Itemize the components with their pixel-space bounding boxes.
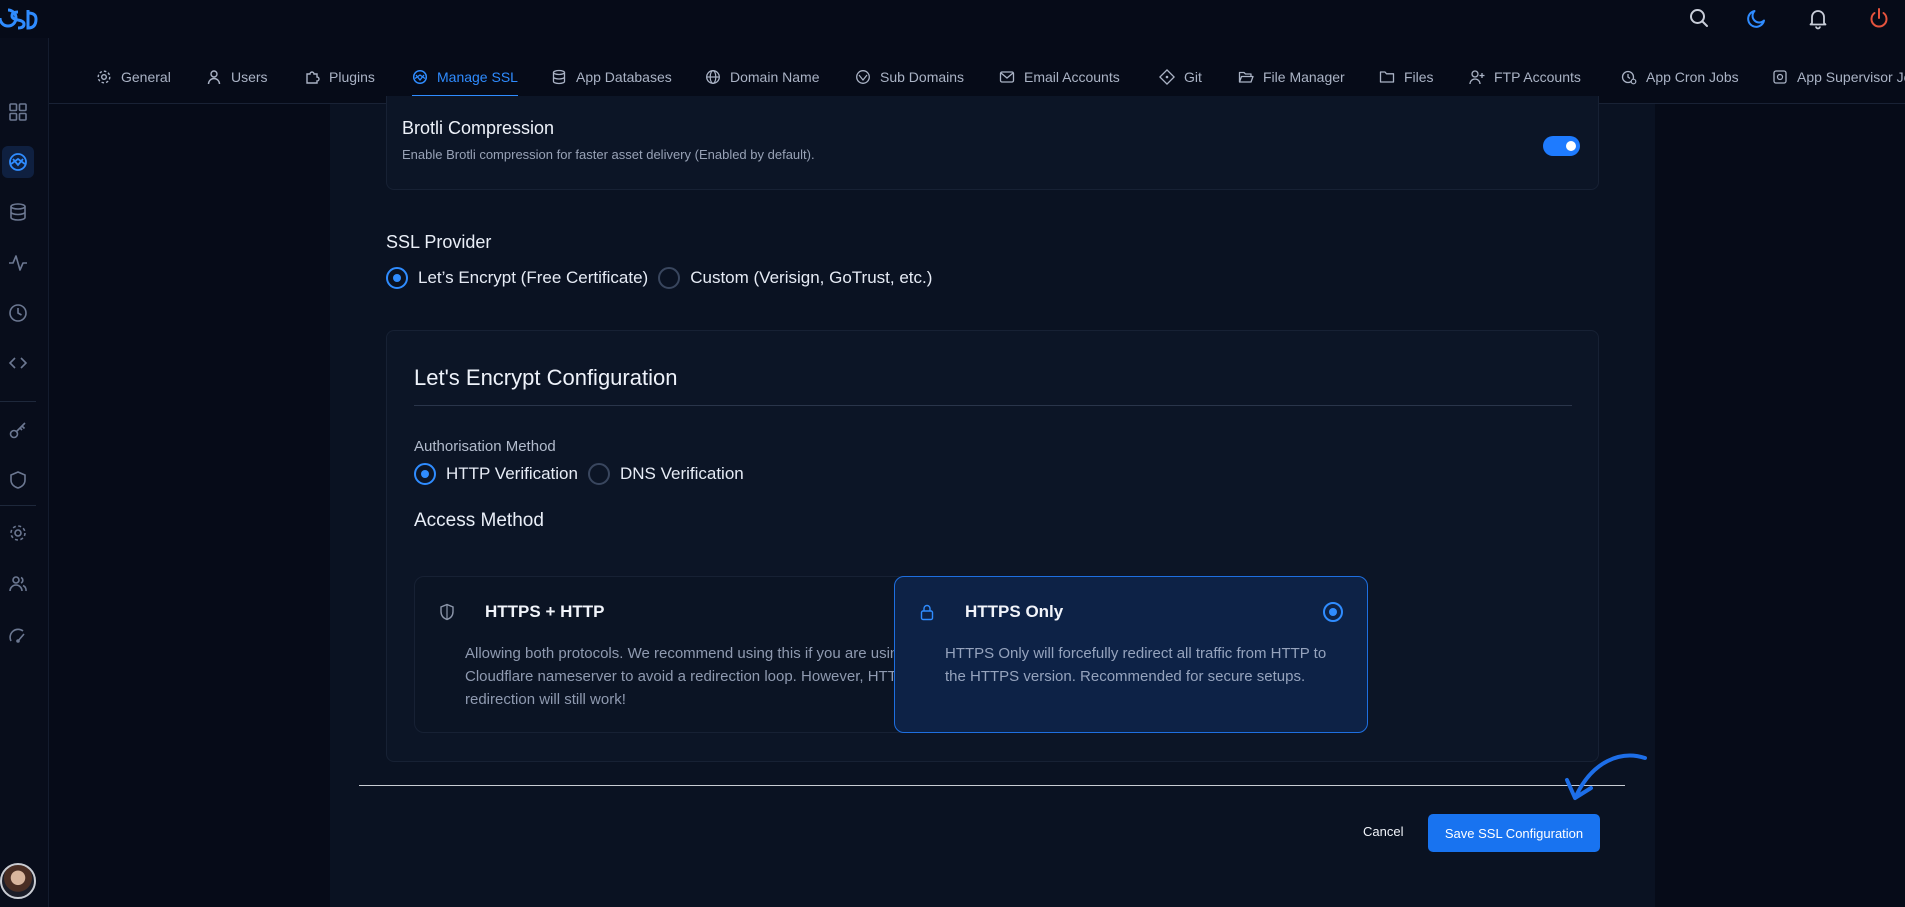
radio-label-dns[interactable]: DNS Verification	[620, 464, 744, 484]
sidebar-divider	[0, 505, 36, 506]
auth-method-label: Authorisation Method	[414, 438, 556, 455]
tab-email-accounts[interactable]: Email Accounts	[999, 64, 1120, 90]
logo-icon	[0, 8, 38, 30]
ssl-icon	[412, 69, 428, 85]
tab-label: File Manager	[1263, 69, 1345, 85]
radio-letsencrypt[interactable]	[386, 267, 408, 289]
tab-git[interactable]: Git	[1159, 64, 1202, 90]
tab-label: Email Accounts	[1024, 69, 1120, 85]
tab-manage-ssl[interactable]: Manage SSL	[412, 64, 518, 97]
radio-label-letsencrypt[interactable]: Let’s Encrypt (Free Certificate)	[418, 268, 648, 288]
pointer-arrow-icon	[1565, 753, 1647, 800]
letsencrypt-config-card: Let's Encrypt Configuration Authorisatio…	[386, 330, 1599, 762]
team-icon[interactable]	[2, 568, 34, 600]
tab-label: Files	[1404, 69, 1434, 85]
tab-label: App Databases	[576, 69, 672, 85]
access-option-title: HTTPS Only	[965, 602, 1064, 621]
clock-icon[interactable]	[2, 297, 34, 329]
folder-icon	[1379, 71, 1395, 83]
access-option-radio[interactable]	[1323, 602, 1343, 622]
divider	[414, 405, 1572, 406]
subdomain-icon	[856, 70, 870, 84]
supervisor-icon	[1773, 70, 1787, 84]
moon-icon[interactable]	[1745, 6, 1769, 30]
access-option-description: Allowing both protocols. We recommend us…	[465, 645, 920, 708]
radio-label-custom[interactable]: Custom (Verisign, GoTrust, etc.)	[690, 268, 932, 288]
access-option-https-only[interactable]: HTTPS Only HTTPS Only will forcefully re…	[894, 576, 1368, 733]
tab-label: Plugins	[329, 69, 375, 85]
tab-file-manager[interactable]: File Manager	[1238, 64, 1345, 90]
tab-app-supervisor-jobs[interactable]: App Supervisor Jo	[1772, 64, 1905, 90]
tab-ftp-accounts[interactable]: FTP Accounts	[1469, 64, 1581, 90]
shield-nav-icon[interactable]	[2, 464, 34, 496]
tab-files[interactable]: Files	[1379, 64, 1434, 90]
key-icon[interactable]	[2, 414, 34, 446]
puzzle-icon	[306, 71, 320, 84]
letsencrypt-config-title: Let's Encrypt Configuration	[414, 365, 678, 390]
speed-icon[interactable]	[2, 620, 34, 652]
radio-label-http[interactable]: HTTP Verification	[446, 464, 578, 484]
radio-http-verification[interactable]	[414, 463, 436, 485]
radio-custom[interactable]	[658, 267, 681, 289]
mail-icon	[999, 71, 1015, 83]
tab-label: App Supervisor Jo	[1797, 69, 1905, 85]
brotli-card: Brotli Compression Enable Brotli compres…	[386, 96, 1599, 190]
tab-plugins[interactable]: Plugins	[304, 64, 375, 90]
access-option-description: HTTPS Only will forcefully redirect all …	[945, 645, 1327, 685]
sidebar-divider	[0, 401, 36, 402]
tab-app-cron-jobs[interactable]: App Cron Jobs	[1621, 64, 1739, 90]
dashboard-icon[interactable]	[2, 96, 34, 128]
code-icon[interactable]	[2, 347, 34, 379]
search-icon[interactable]	[1687, 6, 1711, 30]
tab-label: Git	[1184, 69, 1202, 85]
tab-app-databases[interactable]: App Databases	[551, 64, 672, 90]
power-icon[interactable]	[1867, 6, 1891, 30]
globe-icon	[706, 70, 720, 84]
tab-label: Domain Name	[730, 69, 820, 85]
settings-icon[interactable]	[2, 517, 34, 549]
tab-domain-name[interactable]: Domain Name	[705, 64, 819, 90]
tab-sub-domains[interactable]: Sub Domains	[855, 64, 964, 90]
git-icon	[1159, 69, 1175, 85]
tab-general[interactable]: General	[96, 64, 171, 90]
tab-label: Users	[231, 69, 268, 85]
tab-users[interactable]: Users	[206, 64, 268, 90]
top-bar	[0, 0, 1905, 38]
ssl-provider-options: Let’s Encrypt (Free Certificate) Custom …	[386, 267, 942, 289]
access-method-label: Access Method	[414, 510, 544, 531]
cron-icon	[1621, 70, 1637, 85]
auth-method-options: HTTP Verification DNS Verification	[414, 463, 754, 485]
cancel-button[interactable]: Cancel	[1349, 816, 1417, 846]
toggle-knob	[1566, 141, 1576, 151]
bell-icon[interactable]	[1806, 6, 1830, 30]
tab-label: App Cron Jobs	[1646, 69, 1739, 85]
gear-icon	[97, 70, 111, 84]
database-icon[interactable]	[2, 196, 34, 228]
tab-label: FTP Accounts	[1494, 69, 1581, 85]
ssl-nav-icon[interactable]	[2, 146, 34, 178]
user-icon	[207, 70, 221, 85]
radio-dns-verification[interactable]	[587, 463, 610, 485]
activity-icon[interactable]	[2, 247, 34, 279]
ssl-settings-panel: Brotli Compression Enable Brotli compres…	[330, 96, 1655, 907]
brotli-description: Enable Brotli compression for faster ass…	[402, 147, 815, 162]
tab-label: Sub Domains	[880, 69, 965, 85]
folder-open-icon	[1238, 71, 1254, 83]
sidebar	[0, 38, 49, 907]
tab-label: General	[121, 69, 171, 85]
database-icon	[552, 69, 566, 85]
brotli-title: Brotli Compression	[402, 118, 555, 138]
tab-label: Manage SSL	[437, 69, 518, 85]
access-option-title: HTTPS + HTTP	[485, 602, 605, 621]
footer-divider	[359, 785, 1625, 786]
brotli-toggle[interactable]	[1543, 136, 1580, 156]
avatar[interactable]	[0, 863, 36, 899]
shield-icon	[440, 603, 454, 621]
lock-icon	[920, 604, 934, 621]
user-plus-icon	[1469, 70, 1485, 85]
ssl-provider-label: SSL Provider	[386, 232, 492, 252]
